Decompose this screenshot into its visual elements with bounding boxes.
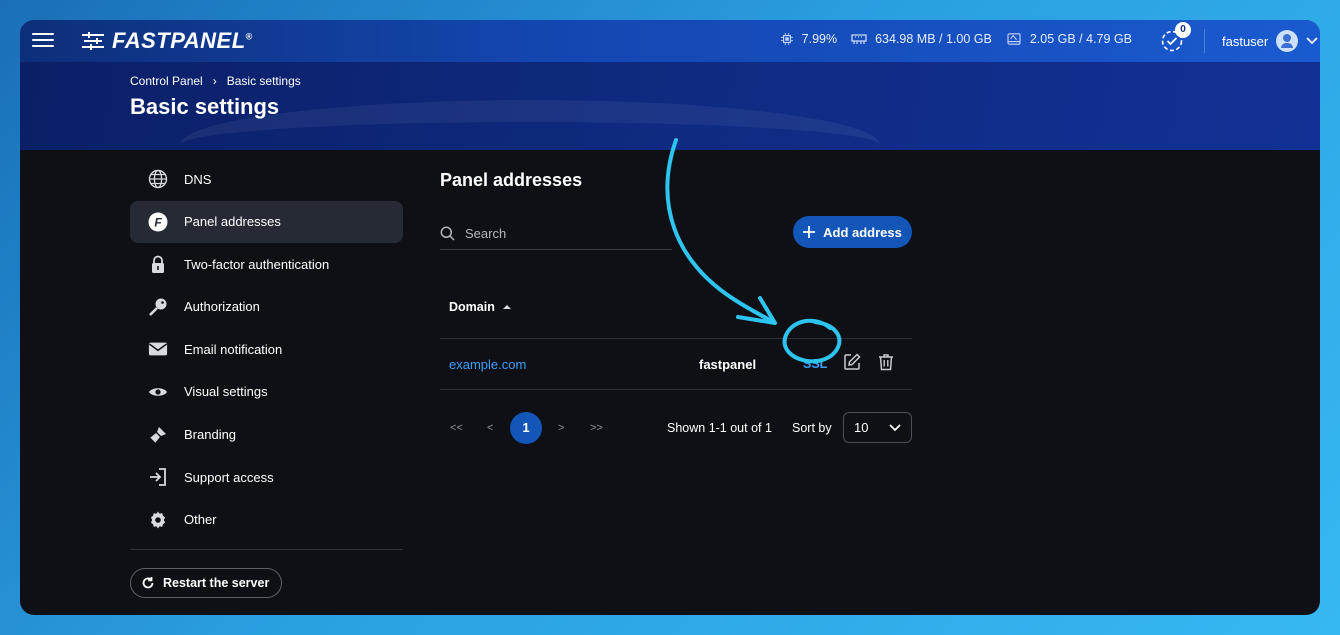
top-bar: FASTPANEL® 7.99% 634.98 MB / 1.00 GB 2.0… [20,20,1320,62]
sidebar-item-label: Support access [184,469,274,485]
chevron-down-icon [1306,37,1318,45]
sort-by-label: Sort by [792,421,832,435]
sidebar-item-label: Panel addresses [184,214,281,230]
eye-icon [148,382,168,402]
cpu-stat: 7.99% [780,32,837,46]
logo-mark-icon [82,32,104,50]
panel-addresses-section: Panel addresses Add address Domain examp… [440,158,920,444]
last-page-button[interactable]: >> [590,422,603,434]
cpu-icon [780,33,793,45]
header-decoration [180,100,880,150]
sidebar-divider [130,548,403,550]
page-size-select[interactable]: 10 [843,412,912,443]
sidebar-item-dns[interactable]: DNS [130,158,403,200]
sidebar-item-authorization[interactable]: Authorization [130,286,403,328]
page-size-value: 10 [854,420,869,435]
memory-icon [851,34,867,44]
server-stats: 7.99% 634.98 MB / 1.00 GB 2.05 GB / 4.79… [780,32,1132,46]
disk-stat: 2.05 GB / 4.79 GB [1006,32,1132,46]
globe-icon [148,169,168,189]
trash-icon[interactable] [877,353,895,376]
next-page-button[interactable]: > [558,422,564,434]
results-count: Shown 1-1 out of 1 [667,421,772,435]
plus-icon [803,226,816,238]
search-icon [440,226,455,241]
column-header-label: Domain [449,300,495,314]
domain-link[interactable]: example.com [449,357,526,372]
table-row: example.com fastpanel SSL [440,339,912,390]
page-title: Basic settings [130,94,280,119]
breadcrumb: Control Panel › Basic settings [130,74,301,88]
sidebar-item-panel-addresses[interactable]: F Panel addresses [130,200,403,243]
key-icon [148,297,168,317]
tasks-badge: 0 [1175,22,1191,38]
topbar-divider [1204,29,1205,53]
add-address-label: Add address [823,224,902,240]
search-input[interactable] [465,226,655,241]
disk-icon [1007,33,1021,45]
breadcrumb-separator: › [212,74,217,88]
owner-cell: fastpanel [699,356,757,372]
sidebar-item-two-factor[interactable]: Two-factor authentication [130,243,403,285]
section-title: Panel addresses [440,170,583,190]
sidebar-item-label: Authorization [184,299,260,315]
logo[interactable]: FASTPANEL® [82,28,253,54]
search-box [440,218,672,250]
first-page-button[interactable]: << [450,422,463,434]
sidebar-item-email-notification[interactable]: Email notification [130,328,403,370]
chevron-down-icon [889,423,901,431]
restart-icon [142,576,154,589]
edit-icon[interactable] [843,353,861,376]
addresses-table: Domain example.com fastpanel SSL [440,276,912,390]
tasks-button[interactable]: 0 [1160,22,1191,53]
svg-text:F: F [154,215,162,229]
add-address-button[interactable]: Add address [793,216,912,248]
brush-icon [148,425,168,445]
logo-text: FASTPANEL® [112,28,253,53]
sort-asc-icon [502,305,511,309]
user-menu[interactable]: fastuser [1222,30,1318,52]
sidebar-item-label: DNS [184,171,212,187]
username: fastuser [1222,33,1269,49]
pagination: << < 1 > >> Shown 1-1 out of 1 Sort by 1… [440,411,912,445]
sidebar-item-label: Visual settings [184,384,268,400]
sidebar-item-branding[interactable]: Branding [130,414,403,456]
sidebar-item-label: Two-factor authentication [184,256,330,272]
sign-in-icon [148,467,168,487]
sidebar-item-support-access[interactable]: Support access [130,456,403,498]
memory-stat: 634.98 MB / 1.00 GB [851,32,992,46]
sidebar-item-visual-settings[interactable]: Visual settings [130,371,403,413]
sidebar-item-other[interactable]: Other [130,499,403,541]
fastpanel-f-icon: F [148,212,168,232]
column-header-domain[interactable]: Domain [440,276,912,339]
breadcrumb-current: Basic settings [226,74,301,88]
avatar [1276,30,1299,52]
sidebar-item-label: Email notification [184,341,283,357]
restart-label: Restart the server [163,575,270,590]
menu-icon[interactable] [32,29,54,51]
lock-icon [148,254,168,274]
ssl-link[interactable]: SSL [803,357,827,371]
settings-sidebar: DNS F Panel addresses Two-factor authent… [130,158,403,598]
restart-server-button[interactable]: Restart the server [130,567,283,598]
envelope-icon [148,339,168,359]
page-header: Control Panel › Basic settings Basic set… [20,62,1320,150]
gear-icon [148,510,168,530]
breadcrumb-control-panel[interactable]: Control Panel [130,74,203,88]
prev-page-button[interactable]: < [487,422,493,434]
memory-value: 634.98 MB / 1.00 GB [875,32,992,46]
sidebar-item-label: Branding [184,427,237,443]
sidebar-item-label: Other [184,512,217,528]
cpu-value: 7.99% [801,32,838,46]
disk-value: 2.05 GB / 4.79 GB [1029,32,1132,46]
page-button-current[interactable]: 1 [510,412,542,444]
app-window: FASTPANEL® 7.99% 634.98 MB / 1.00 GB 2.0… [20,20,1320,615]
